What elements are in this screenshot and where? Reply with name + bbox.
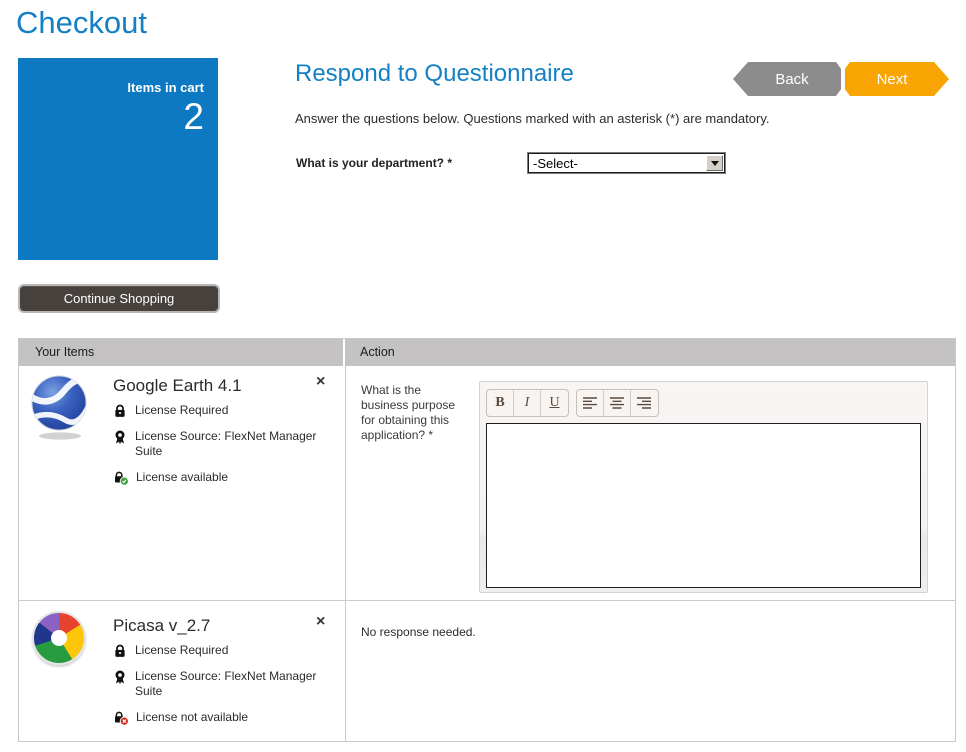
align-left-button[interactable] [577, 390, 604, 416]
department-question-label: What is your department? * [296, 156, 452, 170]
department-select-value: -Select- [529, 156, 706, 171]
item-name: Picasa v_2.7 [113, 616, 210, 636]
next-button[interactable]: Next [845, 62, 949, 96]
no-response-text: No response needed. [361, 625, 476, 639]
license-source-label: License Source: FlexNet Manager Suite [135, 669, 321, 699]
license-not-available-icon [113, 710, 129, 730]
remove-item-button[interactable]: × [316, 375, 325, 389]
business-purpose-textarea[interactable] [486, 423, 921, 588]
back-button-label: Back [775, 71, 808, 88]
license-source-row: License Source: FlexNet Manager Suite [113, 669, 321, 699]
underline-button[interactable]: U [541, 390, 568, 416]
next-button-label: Next [877, 71, 908, 88]
questionnaire-instructions: Answer the questions below. Questions ma… [295, 111, 769, 126]
item-name: Google Earth 4.1 [113, 376, 242, 396]
department-select[interactable]: -Select- [528, 153, 725, 173]
picasa-icon [32, 611, 86, 665]
back-button[interactable]: Back [733, 62, 841, 96]
business-purpose-question: What is the business purpose for obtaini… [361, 383, 463, 443]
items-table: Your Items Action Google Earth 4.1 × [18, 338, 956, 742]
lock-icon [113, 643, 128, 662]
alignment-group [576, 389, 659, 417]
align-right-button[interactable] [631, 390, 658, 416]
license-status-row: License not available [113, 710, 321, 730]
license-required-label: License Required [135, 403, 228, 422]
align-center-button[interactable] [604, 390, 631, 416]
text-style-group: B I U [486, 389, 569, 417]
table-header: Your Items Action [19, 339, 955, 366]
license-required-label: License Required [135, 643, 228, 662]
cart-items-label: Items in cart [18, 80, 204, 95]
ribbon-icon [113, 669, 128, 699]
license-source-label: License Source: FlexNet Manager Suite [135, 429, 321, 459]
license-required-row: License Required [113, 643, 321, 662]
continue-shopping-button[interactable]: Continue Shopping [18, 284, 220, 313]
rich-text-editor: B I U [479, 381, 928, 593]
remove-item-button[interactable]: × [316, 615, 325, 629]
lock-icon [113, 403, 128, 422]
ribbon-icon [113, 429, 128, 459]
license-available-icon [113, 470, 129, 490]
italic-button[interactable]: I [514, 390, 541, 416]
continue-shopping-label: Continue Shopping [64, 291, 175, 306]
google-earth-icon [29, 372, 91, 447]
column-divider [345, 366, 346, 741]
cart-summary-box: Items in cart 2 [18, 58, 218, 260]
column-header-your-items: Your Items [19, 339, 345, 366]
cart-count: 2 [18, 95, 204, 139]
column-header-action: Action [345, 339, 955, 366]
bold-button[interactable]: B [487, 390, 514, 416]
questionnaire-title: Respond to Questionnaire [295, 60, 574, 88]
license-status-row: License available [113, 470, 321, 490]
row-divider [19, 600, 955, 601]
page-title: Checkout [16, 5, 147, 41]
license-info-list: License Required License Source: FlexNet… [113, 643, 321, 730]
license-info-list: License Required License Source: FlexNet… [113, 403, 321, 490]
license-available-label: License available [136, 470, 228, 490]
license-required-row: License Required [113, 403, 321, 422]
dropdown-arrow-icon[interactable] [706, 155, 723, 171]
editor-toolbar: B I U [480, 382, 927, 422]
license-not-available-label: License not available [136, 710, 248, 730]
license-source-row: License Source: FlexNet Manager Suite [113, 429, 321, 459]
